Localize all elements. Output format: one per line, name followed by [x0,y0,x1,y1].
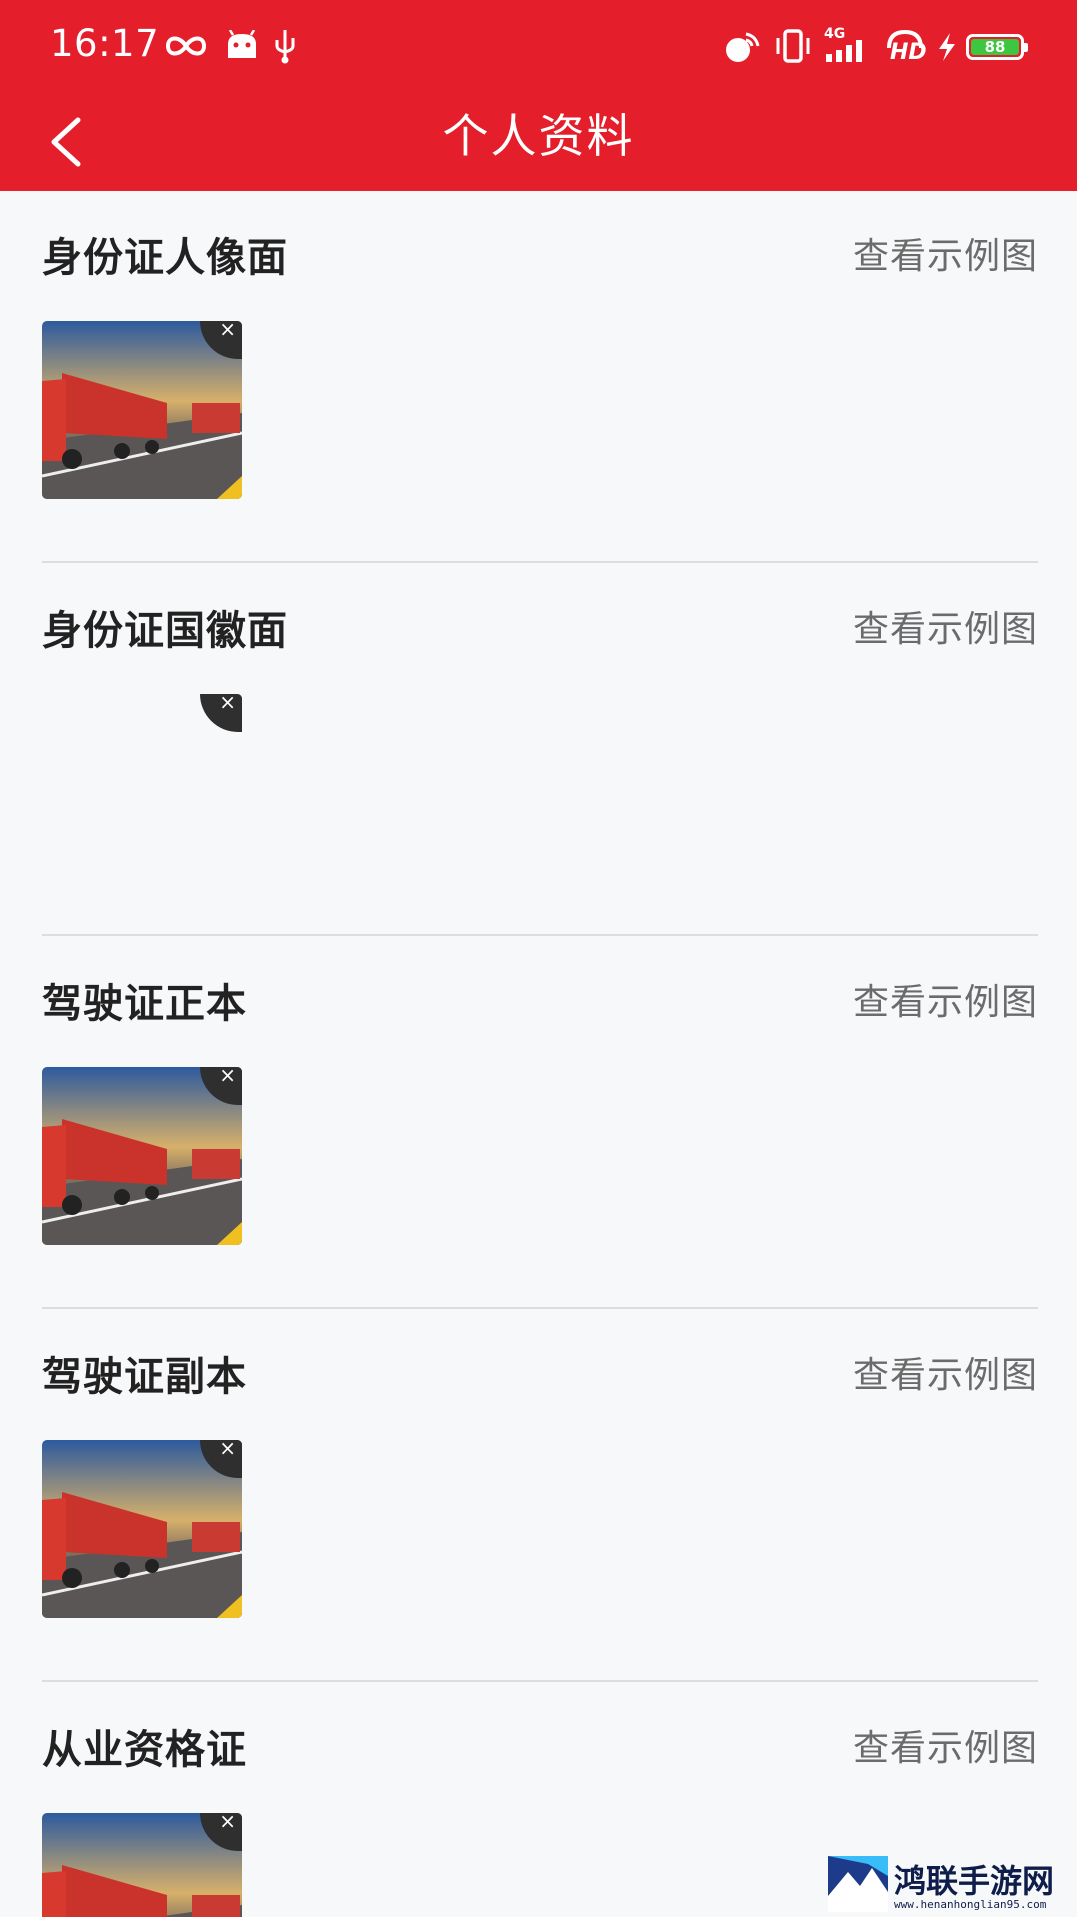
android-icon [228,30,256,58]
section-title: 从业资格证 [42,1727,247,1773]
hotspot-icon [726,32,760,62]
view-example-link[interactable]: 查看示例图 [853,1346,1038,1398]
section-title: 驾驶证副本 [42,1354,247,1400]
close-icon: × [219,690,236,714]
charging-icon [939,33,955,61]
close-icon: × [219,1436,236,1460]
section-license-front: 驾驶证正本 查看示例图 × [42,937,1038,1309]
view-example-link[interactable]: 查看示例图 [853,600,1038,652]
section-license-copy: 驾驶证副本 查看示例图 × [42,1310,1038,1682]
view-example-link[interactable]: 查看示例图 [853,227,1038,279]
section-title: 身份证国徽面 [42,608,288,654]
site-watermark: 鸿联手游网 www.henanhonglian95.com [828,1856,1073,1914]
app-header: 16:17 4G HD 88 个人资料 [0,0,1077,191]
battery-level: 88 [984,38,1006,56]
status-bar: 16:17 4G HD 88 [0,0,1077,96]
section-title: 身份证人像面 [42,235,288,281]
infinity-icon [165,36,207,56]
nav-bar: 个人资料 [0,96,1077,191]
section-id-front: 身份证人像面 查看示例图 × [42,191,1038,563]
vibrate-icon [776,29,810,63]
signal-icon [826,40,862,62]
section-id-back: 身份证国徽面 查看示例图 × [42,564,1038,936]
close-icon: × [219,1809,236,1833]
view-example-link[interactable]: 查看示例图 [853,1719,1038,1771]
battery-icon: 88 [966,34,1028,60]
watermark-url: www.henanhonglian95.com [894,1898,1047,1911]
close-icon: × [219,1063,236,1087]
page-title: 个人资料 [442,109,635,163]
hd-label: HD [890,40,927,65]
close-icon: × [219,317,236,341]
watermark-name: 鸿联手游网 [894,1862,1055,1900]
view-example-link[interactable]: 查看示例图 [853,973,1038,1025]
section-title: 驾驶证正本 [42,981,247,1027]
status-time: 16:17 [50,22,160,65]
usb-icon [275,30,295,64]
watermark-logo [828,1856,888,1912]
